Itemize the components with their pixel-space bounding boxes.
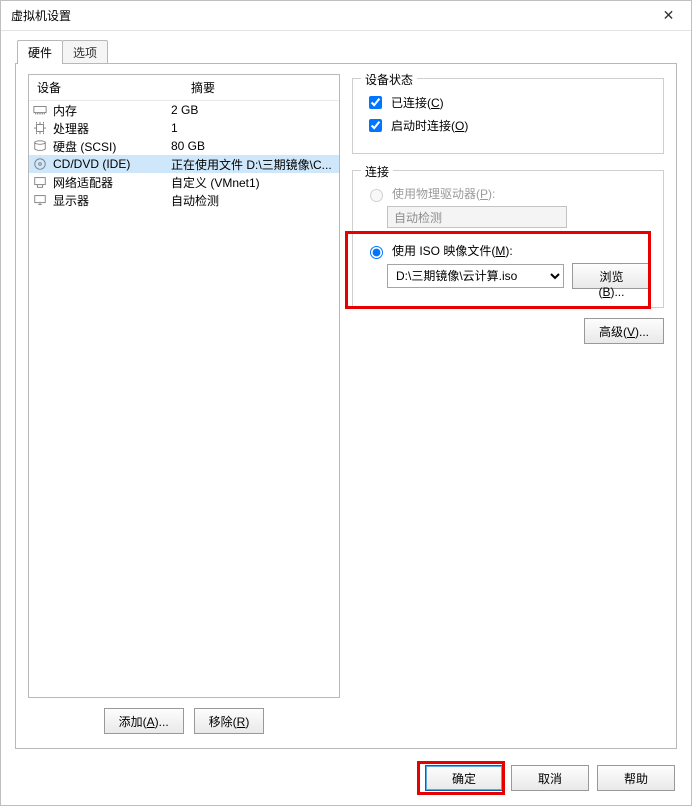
hardware-buttons: 添加(A)... 移除(R) <box>28 698 340 738</box>
advanced-button[interactable]: 高级(V)... <box>584 318 664 344</box>
poweron-label[interactable]: 启动时连接(O) <box>391 117 468 134</box>
device-summary: 自定义 (VMnet1) <box>171 174 339 191</box>
window-title: 虚拟机设置 <box>11 7 71 24</box>
cancel-button[interactable]: 取消 <box>511 765 589 791</box>
advanced-button-label: 高级(V)... <box>599 325 649 339</box>
tab-hardware[interactable]: 硬件 <box>17 40 63 64</box>
physical-drive-label: 使用物理驱动器(P): <box>392 185 495 202</box>
titlebar: 虚拟机设置 ✕ <box>1 1 691 31</box>
device-row[interactable]: CD/DVD (IDE) 正在使用文件 D:\三期镜像\C... <box>29 155 339 173</box>
device-name: 内存 <box>53 102 77 119</box>
device-row[interactable]: 处理器 1 <box>29 119 339 137</box>
iso-label[interactable]: 使用 ISO 映像文件(M): <box>392 242 513 259</box>
device-name: 显示器 <box>53 192 89 209</box>
display-icon <box>33 193 47 207</box>
connected-checkbox[interactable] <box>369 96 382 109</box>
device-name: 处理器 <box>53 120 89 137</box>
device-summary: 2 GB <box>171 103 339 117</box>
vm-settings-window: 虚拟机设置 ✕ 硬件 选项 设备 摘要 <box>0 0 692 806</box>
device-row[interactable]: 网络适配器 自定义 (VMnet1) <box>29 173 339 191</box>
physical-drive-dropdown: 自动检测 <box>387 206 567 228</box>
device-name: 网络适配器 <box>53 174 113 191</box>
iso-path-combo[interactable]: D:\三期镜像\云计算.iso <box>387 264 564 288</box>
remove-button[interactable]: 移除(R) <box>194 708 265 734</box>
iso-radio[interactable] <box>370 246 383 259</box>
tab-label: 选项 <box>73 46 97 60</box>
ok-button[interactable]: 确定 <box>425 765 503 791</box>
close-icon[interactable]: ✕ <box>646 1 691 30</box>
hardware-right: 设备状态 已连接(C) 启动时连接(O) 连接 <box>352 74 664 738</box>
memory-icon <box>33 103 47 117</box>
nic-icon <box>33 175 47 189</box>
device-summary: 自动检测 <box>171 192 339 209</box>
add-button[interactable]: 添加(A)... <box>104 708 184 734</box>
physical-drive-radio-row: 使用物理驱动器(P): <box>365 185 651 202</box>
device-name: 硬盘 (SCSI) <box>53 138 116 155</box>
iso-path-row: D:\三期镜像\云计算.iso 浏览(B)... <box>387 263 651 289</box>
poweron-checkbox[interactable] <box>369 119 382 132</box>
iso-radio-row[interactable]: 使用 ISO 映像文件(M): <box>365 242 651 259</box>
tabstrip: 硬件 选项 <box>15 41 677 63</box>
device-summary: 正在使用文件 D:\三期镜像\C... <box>171 156 339 173</box>
hdd-icon <box>33 139 47 153</box>
connection-group: 连接 使用物理驱动器(P): 自动检测 使用 ISO 映像文件(M): <box>352 170 664 308</box>
hardware-left: 设备 摘要 内存 2 GB 处理器 1 硬盘 (SCSI) 80 GB CD/DVD (ID… <box>28 74 340 738</box>
device-row[interactable]: 硬盘 (SCSI) 80 GB <box>29 137 339 155</box>
cd-icon <box>33 157 47 171</box>
tab-content: 设备 摘要 内存 2 GB 处理器 1 硬盘 (SCSI) 80 GB CD/DVD (ID… <box>15 63 677 749</box>
remove-button-label: 移除(R) <box>209 715 250 729</box>
dialog-body: 硬件 选项 设备 摘要 内存 2 GB 处理器 1 硬盘 (SCSI) 80 GB CD/D… <box>1 31 691 755</box>
device-summary: 80 GB <box>171 139 339 153</box>
connection-legend: 连接 <box>361 163 393 180</box>
status-group: 设备状态 已连接(C) 启动时连接(O) <box>352 78 664 154</box>
add-button-label: 添加(A)... <box>119 715 169 729</box>
device-row[interactable]: 内存 2 GB <box>29 101 339 119</box>
browse-button-label: 浏览(B)... <box>598 270 624 299</box>
tab-label: 硬件 <box>28 46 52 60</box>
advanced-row: 高级(V)... <box>352 308 664 344</box>
physical-drive-radio <box>370 189 383 202</box>
connected-label[interactable]: 已连接(C) <box>391 94 444 111</box>
browse-button[interactable]: 浏览(B)... <box>572 263 651 289</box>
device-summary: 1 <box>171 121 339 135</box>
column-device: 设备 <box>29 75 183 100</box>
connected-row[interactable]: 已连接(C) <box>365 93 651 112</box>
physical-drive-value: 自动检测 <box>394 209 442 226</box>
device-list[interactable]: 设备 摘要 内存 2 GB 处理器 1 硬盘 (SCSI) 80 GB CD/DVD (ID… <box>28 74 340 698</box>
poweron-row[interactable]: 启动时连接(O) <box>365 116 651 135</box>
device-row[interactable]: 显示器 自动检测 <box>29 191 339 209</box>
device-list-header: 设备 摘要 <box>29 75 339 101</box>
status-legend: 设备状态 <box>361 71 417 88</box>
help-button[interactable]: 帮助 <box>597 765 675 791</box>
cpu-icon <box>33 121 47 135</box>
device-name: CD/DVD (IDE) <box>53 157 130 171</box>
tab-options[interactable]: 选项 <box>62 40 108 64</box>
dialog-button-row: 确定 取消 帮助 <box>1 755 691 805</box>
column-summary: 摘要 <box>183 75 223 100</box>
